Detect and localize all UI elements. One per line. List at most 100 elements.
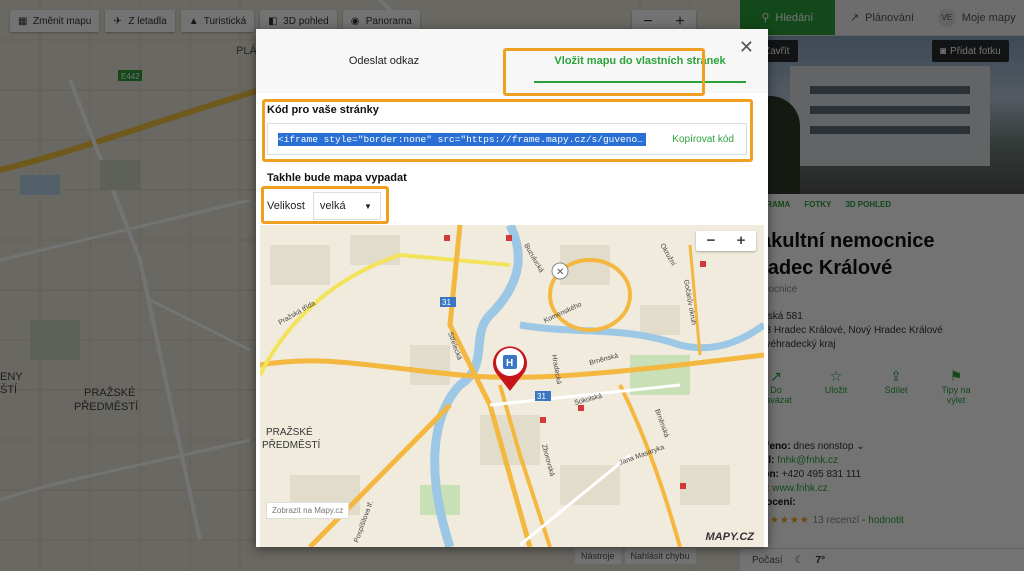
window-row — [810, 86, 970, 94]
route-icon: ↗ — [849, 12, 860, 24]
place-title: akultní nemocnice radec Králové — [760, 230, 935, 279]
code-label: Kód pro vaše stránky — [267, 104, 379, 116]
weather-label: Počasí — [752, 554, 783, 566]
bg-label-district3: PŘEDMĚSTÍ — [74, 400, 139, 413]
map-preview[interactable]: ✕ 31 31 PRAŽSKÉ PŘEDMĚSTÍ Pražská třída … — [260, 225, 764, 547]
report-error-button[interactable]: Nahlásit chybu — [624, 548, 696, 564]
temperature: 7° — [815, 554, 826, 566]
cube-icon: ◧ — [268, 15, 278, 27]
size-select[interactable]: velká ▼ — [312, 192, 381, 220]
tourist-label: Turistická — [203, 15, 247, 27]
star-icon: ☆ — [829, 368, 843, 384]
opening-hours[interactable]: vřeno: dnes nonstop ⌄ — [760, 440, 904, 454]
copy-code-button[interactable]: Kopírovat kód — [672, 134, 734, 145]
3d-label: 3D pohled — [283, 15, 329, 27]
camera-icon: ◙ — [940, 45, 947, 57]
plane-icon: ✈ — [113, 15, 122, 27]
tab-planning-label: Plánování — [865, 11, 915, 24]
bottom-bar: Nástroje Nahlásit chybu — [575, 548, 696, 564]
size-row: Velikost velká ▼ — [267, 192, 381, 220]
email-link[interactable]: fnhk@fnhk.cz — [777, 455, 838, 466]
preview-map-canvas: ✕ 31 31 PRAŽSKÉ PŘEDMĚSTÍ Pražská třída … — [260, 225, 764, 547]
embed-code-field[interactable]: <iframe style="border:none" src="https:/… — [267, 123, 747, 155]
aerial-label: Z letadla — [128, 15, 167, 27]
window-row — [810, 126, 970, 134]
road-number-badge: 31 — [442, 298, 451, 307]
window-row — [810, 106, 970, 114]
add-photo-button[interactable]: ◙ Přidat fotku — [932, 40, 1009, 62]
change-map-label: Změnit mapu — [33, 15, 92, 27]
search-icon: ⚲ — [761, 12, 770, 24]
weather-bar[interactable]: Počasí ☾ 7° — [740, 548, 1024, 571]
place-actions: ↗ Do navázat ☆ Uložit ⇪ Sdílet ⚑ Tipy na výl… — [760, 368, 972, 405]
share-label: Sdílet — [884, 385, 908, 395]
tab-send-link-label: Odeslat odkaz — [348, 55, 420, 67]
close-icon[interactable]: ✕ — [739, 37, 754, 58]
tab-planning[interactable]: ↗ Plánování — [835, 0, 930, 35]
pin-letter: H — [506, 358, 513, 369]
road-badge: E442 — [121, 72, 140, 81]
eye-icon: ◉ — [350, 15, 360, 27]
embed-code-text[interactable]: <iframe style="border:none" src="https:/… — [278, 132, 646, 146]
bg-label-district2: PRAŽSKÉ — [84, 386, 135, 399]
panorama-label: Panorama — [365, 15, 412, 27]
share-icon: ⇪ — [890, 368, 902, 384]
preview-district1: PRAŽSKÉ — [266, 425, 313, 438]
rate-link[interactable]: hodnotit — [868, 515, 904, 526]
moon-icon: ☾ — [794, 554, 804, 566]
building-image — [790, 66, 990, 166]
preview-zoom-in-button[interactable]: + — [726, 231, 756, 251]
subtab-3d[interactable]: 3D POHLED — [845, 200, 891, 209]
preview-zoom-out-button[interactable]: − — [696, 231, 726, 251]
save-label: Uložit — [824, 385, 848, 395]
trip-tips-label: Tipy na výlet — [941, 385, 971, 405]
place-panel: ⚲ Hledání ↗ Plánování VE Moje mapy Zavřít ◙… — [740, 0, 1024, 571]
tab-search-label: Hledání — [775, 11, 814, 24]
panel-tabs: ⚲ Hledání ↗ Plánování VE Moje mapy — [740, 0, 1024, 36]
tab-my-maps[interactable]: VE Moje mapy — [929, 0, 1024, 35]
bg-label-district4: ENY — [0, 371, 23, 383]
tools-button[interactable]: Nástroje — [575, 548, 621, 564]
phone-row: fon: +420 495 831 111 — [760, 468, 904, 482]
save-button[interactable]: ☆ Uložit — [820, 368, 852, 405]
add-photo-label: Přidat fotku — [950, 45, 1001, 57]
avatar: VE — [937, 8, 956, 27]
bg-label-district1: PLÁ — [236, 44, 257, 57]
address-line: 03 Hradec Králové, Nový Hradec Králové — [760, 325, 943, 336]
subtab-photos[interactable]: FOTKY — [804, 200, 831, 209]
preview-zoom-control: − + — [696, 231, 756, 251]
phone-value[interactable]: +420 495 831 111 — [782, 469, 861, 480]
tab-my-maps-label: Moje mapy — [961, 11, 1016, 24]
share-button[interactable]: ⇪ Sdílet — [880, 368, 912, 405]
road-number-badge: 31 — [537, 392, 546, 401]
caret-down-icon: ▼ — [364, 201, 372, 211]
web-link[interactable]: www.fnhk.cz — [772, 483, 828, 494]
rating-label: nocení: — [760, 497, 796, 508]
dialog-tabs: Odeslat odkaz Vložit mapu do vlastních s… — [256, 29, 768, 93]
trip-tips-button[interactable]: ⚑ Tipy na výlet — [940, 368, 972, 405]
svg-text:✕: ✕ — [556, 267, 564, 278]
tab-embed-map[interactable]: Vložit mapu do vlastních stránek — [512, 29, 768, 93]
rating-row: ★★★★★ 13 recenzí - hodnotit — [760, 515, 904, 526]
hiker-icon: ⚑ — [949, 368, 963, 384]
reviews-count[interactable]: 13 recenzí — [813, 515, 860, 526]
preview-label: Takhle bude mapa vypadat — [267, 172, 407, 184]
open-value: dnes nonstop — [793, 441, 854, 452]
email-row: ail: fnhk@fnhk.cz — [760, 454, 904, 468]
address-line: ovéhradecký kraj — [760, 339, 836, 350]
size-value: velká — [319, 200, 346, 212]
open-in-mapy-link[interactable]: Zobrazit na Mapy.cz — [266, 502, 350, 519]
address-line: olská 581 — [760, 311, 803, 322]
mapy-logo: MAPY.CZ — [705, 531, 755, 543]
layers-icon: ▦ — [18, 15, 28, 27]
share-dialog: Odeslat odkaz Vložit mapu do vlastních s… — [256, 29, 768, 547]
tourist-button[interactable]: ▲ Turistická — [180, 10, 255, 32]
preview-district2: PŘEDMĚSTÍ — [262, 438, 321, 451]
change-map-button[interactable]: ▦ Změnit mapu — [10, 10, 100, 32]
mountain-icon: ▲ — [188, 15, 199, 27]
tab-embed-map-label: Vložit mapu do vlastních stránek — [554, 55, 726, 67]
tab-send-link[interactable]: Odeslat odkaz — [256, 29, 512, 93]
size-label: Velikost — [267, 200, 305, 212]
aerial-button[interactable]: ✈ Z letadla — [105, 10, 175, 32]
place-info: vřeno: dnes nonstop ⌄ ail: fnhk@fnhk.cz … — [760, 440, 904, 528]
